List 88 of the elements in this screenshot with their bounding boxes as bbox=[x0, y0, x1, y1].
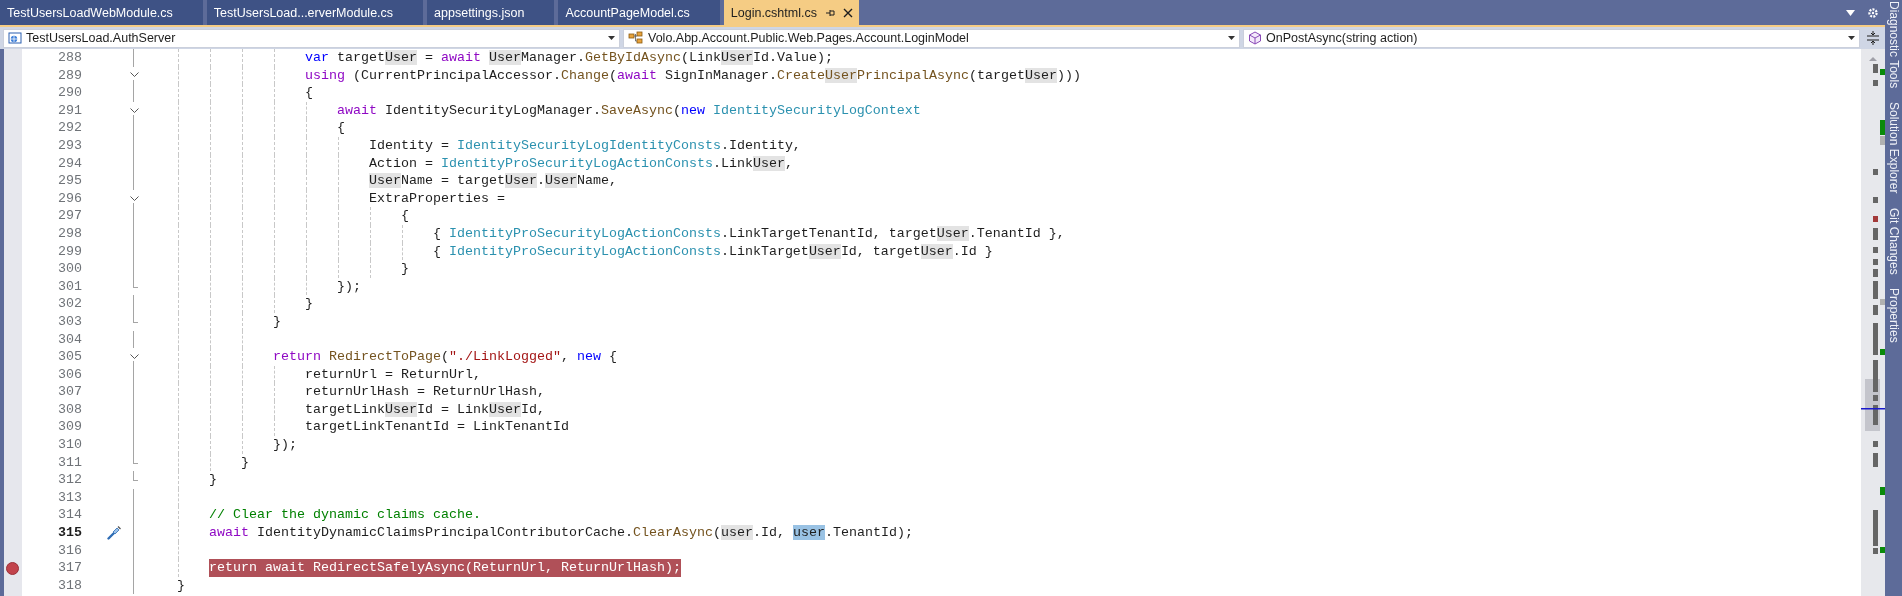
navigation-dropdown[interactable]: TestUsersLoad.AuthServer bbox=[3, 28, 620, 48]
line-number: 318 bbox=[58, 576, 82, 595]
code-line: { IdentityProSecurityLogActionConsts.LinkTargetUserId, targetUser.Id } bbox=[432, 242, 993, 261]
code-line: targetLinkTenantId = LinkTenantId bbox=[304, 418, 569, 437]
line-number: 288 bbox=[58, 49, 82, 67]
line-number: 309 bbox=[58, 418, 82, 437]
code-line: } bbox=[241, 453, 249, 472]
caret-icon bbox=[608, 36, 615, 40]
code-line: Identity = IdentitySecurityLogIdentityConsts.Identity, bbox=[368, 136, 801, 155]
code-line: } bbox=[177, 576, 185, 595]
line-number: 296 bbox=[58, 189, 82, 208]
close-icon[interactable] bbox=[842, 7, 853, 18]
code-line: } bbox=[209, 471, 217, 489]
project-icon bbox=[8, 31, 22, 45]
collapse-icon[interactable] bbox=[129, 72, 139, 79]
line-number: 316 bbox=[58, 541, 82, 560]
code-line: }); bbox=[336, 277, 361, 296]
code-line: returnUrl = ReturnUrl, bbox=[304, 365, 481, 384]
code-line: var targetUser = await UserManager.GetByIdAsync(LinkUserId.Value); bbox=[304, 49, 833, 67]
line-number: 289 bbox=[58, 66, 82, 85]
collapse-icon[interactable] bbox=[129, 195, 139, 202]
line-number: 299 bbox=[58, 242, 82, 261]
line-number: 310 bbox=[58, 436, 82, 454]
line-number: 302 bbox=[58, 295, 82, 313]
code-line: returnUrlHash = ReturnUrlHash, bbox=[304, 383, 545, 401]
class-icon bbox=[628, 31, 644, 45]
line-number: 294 bbox=[58, 154, 82, 173]
line-number: 297 bbox=[58, 207, 82, 225]
line-number: 305 bbox=[58, 348, 82, 366]
code-line: { bbox=[400, 207, 409, 225]
line-number: 293 bbox=[58, 136, 82, 155]
line-number: 311 bbox=[58, 453, 82, 472]
file-tab[interactable]: Login.cshtml.cs bbox=[723, 0, 859, 25]
dropdown-icon[interactable] bbox=[1846, 9, 1855, 16]
file-tab[interactable]: TestUsersLoadWebModule.cs bbox=[0, 0, 203, 25]
settings-icon[interactable] bbox=[1867, 6, 1879, 19]
pin-icon[interactable] bbox=[824, 7, 835, 18]
line-number: 291 bbox=[58, 101, 82, 120]
file-tab[interactable]: AccountPageModel.cs bbox=[558, 0, 720, 25]
line-number: 312 bbox=[58, 471, 82, 489]
line-number: 306 bbox=[58, 365, 82, 384]
screwdriver-icon[interactable] bbox=[107, 525, 122, 541]
code-line: }); bbox=[273, 436, 297, 454]
code-line: await IdentityDynamicClaimsPrincipalContributorCache.ClearAsync(user.Id, user.TenantId); bbox=[209, 524, 913, 542]
code-line: targetLinkUserId = LinkUserId, bbox=[304, 400, 545, 419]
collapse-icon[interactable] bbox=[129, 107, 139, 114]
code-line: using (CurrentPrincipalAccessor.Change(await SignInManager.CreateUserPrincipalAsync(targetUser))) bbox=[304, 66, 1081, 85]
breakpoint-icon[interactable] bbox=[6, 561, 19, 575]
code-line: } bbox=[400, 260, 409, 278]
caret-icon bbox=[1848, 36, 1855, 40]
file-tab[interactable]: appsettings.json bbox=[427, 0, 555, 25]
cube-icon bbox=[1248, 31, 1262, 45]
line-number: 315 bbox=[58, 524, 82, 542]
code-line: } bbox=[273, 312, 281, 331]
tool-window-tab[interactable]: Git Changes bbox=[1886, 207, 1901, 275]
code-line: return RedirectToPage("./LinkLogged", new { bbox=[273, 348, 617, 366]
code-line: ExtraProperties = bbox=[368, 189, 505, 208]
line-number: 314 bbox=[58, 506, 82, 525]
navigation-dropdown[interactable]: Volo.Abp.Account.Public.Web.Pages.Account.LoginModel bbox=[623, 28, 1240, 48]
line-number: 292 bbox=[58, 119, 82, 137]
scroll-map-drawing[interactable] bbox=[1861, 49, 1885, 596]
code-line: Action = IdentityProSecurityLogActionConsts.LinkUser, bbox=[368, 154, 793, 173]
navigation-dropdown[interactable]: OnPostAsync(string action) bbox=[1243, 28, 1860, 48]
collapse-icon[interactable] bbox=[129, 353, 139, 360]
caret-icon bbox=[1228, 36, 1235, 40]
tool-window-tab[interactable]: Solution Explorer bbox=[1886, 102, 1901, 194]
split-icon[interactable] bbox=[1866, 31, 1880, 45]
line-number: 303 bbox=[58, 312, 82, 331]
code-line: UserName = targetUser.UserName, bbox=[368, 172, 617, 190]
line-number: 317 bbox=[58, 559, 82, 577]
line-number: 290 bbox=[58, 84, 82, 102]
file-tab[interactable]: TestUsersLoad...erverModule.cs bbox=[206, 0, 424, 25]
tool-window-tab[interactable]: Diagnostic Tools bbox=[1886, 1, 1901, 89]
line-number: 298 bbox=[58, 224, 82, 243]
code-line: } bbox=[304, 295, 313, 313]
code-line: // Clear the dynamic claims cache. bbox=[209, 506, 481, 525]
line-number: 308 bbox=[58, 400, 82, 419]
line-number: 307 bbox=[58, 383, 82, 401]
line-number: 300 bbox=[58, 260, 82, 278]
code-line: { IdentityProSecurityLogActionConsts.LinkTargetTenantId, targetUser.TenantId }, bbox=[432, 224, 1065, 243]
code-line: await IdentitySecurityLogManager.SaveAsync(new IdentitySecurityLogContext bbox=[336, 101, 921, 120]
code-line: { bbox=[336, 119, 345, 137]
line-number: 304 bbox=[58, 330, 82, 349]
line-number: 313 bbox=[58, 488, 82, 507]
line-number: 301 bbox=[58, 277, 82, 296]
tool-window-tab[interactable]: Properties bbox=[1886, 288, 1901, 343]
code-line: { bbox=[304, 84, 313, 102]
line-number: 295 bbox=[58, 172, 82, 190]
